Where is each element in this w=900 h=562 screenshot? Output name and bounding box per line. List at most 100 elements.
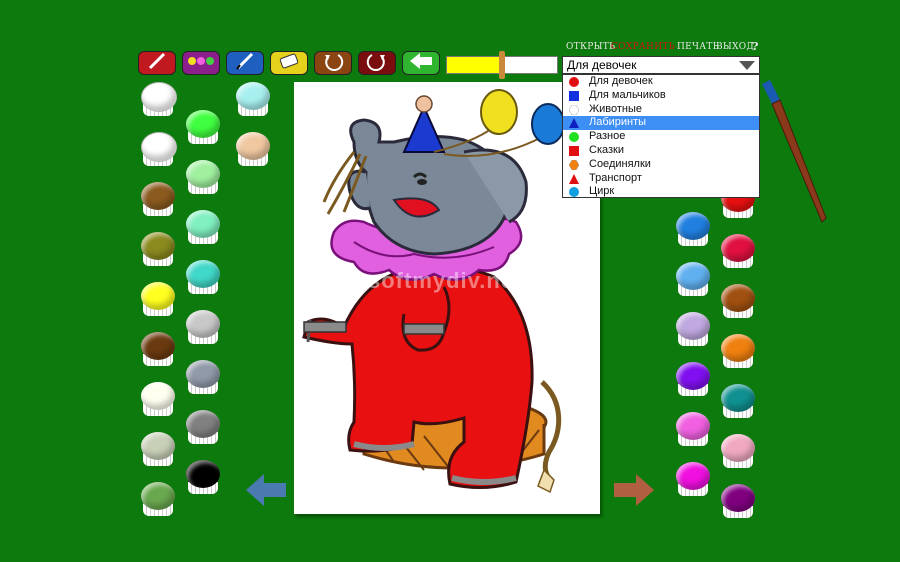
paint-swatch[interactable]: [721, 234, 755, 268]
paint-color: [141, 432, 175, 460]
paint-color: [721, 484, 755, 512]
paint-swatch[interactable]: [186, 160, 220, 194]
paint-swatch[interactable]: [236, 132, 270, 166]
category-option-label: Животные: [589, 102, 643, 115]
paint-color: [676, 212, 710, 240]
paint-color: [676, 362, 710, 390]
back-arrow-icon: [408, 52, 434, 75]
category-selected-value: Для девочек: [567, 58, 637, 72]
paint-swatch[interactable]: [186, 260, 220, 294]
redo-tool-button[interactable]: [358, 51, 396, 75]
chevron-down-icon[interactable]: [739, 61, 755, 70]
brush-icon: [146, 52, 168, 75]
category-option[interactable]: Для девочек: [563, 75, 759, 89]
elephant-drawing[interactable]: [294, 82, 600, 514]
category-option[interactable]: Лабиринты: [563, 116, 759, 131]
paint-swatch[interactable]: [141, 232, 175, 266]
category-option[interactable]: Транспорт: [563, 172, 759, 186]
category-option-label: Сказки: [589, 143, 624, 156]
paint-swatch[interactable]: [676, 212, 710, 246]
category-option-label: Для девочек: [589, 75, 653, 87]
paint-color: [141, 182, 175, 210]
brush-size-fill: [447, 57, 502, 73]
eraser-icon: [277, 53, 301, 74]
paint-swatch[interactable]: [141, 432, 175, 466]
paint-color: [141, 232, 175, 260]
undo-tool-button[interactable]: [314, 51, 352, 75]
category-option[interactable]: Для мальчиков: [563, 89, 759, 103]
open-menu[interactable]: ОТКРЫТЬ: [566, 42, 615, 52]
paint-swatch[interactable]: [236, 82, 270, 116]
exit-menu[interactable]: ВЫХОД: [716, 42, 754, 52]
paint-swatch[interactable]: [676, 462, 710, 496]
paint-swatch[interactable]: [186, 110, 220, 144]
circle-icon: [569, 77, 579, 87]
category-option[interactable]: Сказки: [563, 144, 759, 158]
paint-swatch[interactable]: [141, 382, 175, 416]
paint-color: [676, 312, 710, 340]
paint-swatch[interactable]: [141, 282, 175, 316]
paint-swatch[interactable]: [721, 334, 755, 368]
category-option-label: Соединялки: [589, 157, 651, 170]
category-option[interactable]: Разное: [563, 130, 759, 144]
paint-swatch[interactable]: [676, 412, 710, 446]
next-arrow-icon[interactable]: [612, 472, 656, 508]
circle-icon: [569, 132, 579, 143]
paint-swatch[interactable]: [141, 182, 175, 216]
paint-color: [236, 82, 270, 110]
paint-swatch[interactable]: [186, 410, 220, 444]
pencil-icon: [234, 52, 256, 75]
undo-icon: [322, 51, 344, 76]
paint-swatch[interactable]: [141, 132, 177, 166]
paint-color: [141, 282, 175, 310]
category-option[interactable]: Соединялки: [563, 158, 759, 172]
category-options-list: Для девочек Для мальчиков Животные Лабиринт…: [562, 74, 760, 198]
paint-swatch[interactable]: [141, 332, 175, 366]
save-menu[interactable]: СОХРАНИТЬ: [611, 42, 675, 52]
triangle-icon: [569, 118, 579, 129]
pattern-tool-button[interactable]: [182, 51, 220, 75]
paint-swatch[interactable]: [676, 262, 710, 296]
paint-color: [236, 132, 270, 160]
category-option-label: Цирк: [589, 185, 615, 198]
paint-color: [721, 334, 755, 362]
pencil-tool-button[interactable]: [226, 51, 264, 75]
category-select[interactable]: Для девочек: [562, 56, 760, 74]
brush-size-slider[interactable]: [446, 51, 558, 79]
print-menu[interactable]: ПЕЧАТЬ: [677, 42, 719, 52]
paint-color: [186, 360, 220, 388]
paint-color: [721, 234, 755, 262]
brush-tool-button[interactable]: [138, 51, 176, 75]
category-option[interactable]: Животные: [563, 103, 759, 117]
paint-swatch[interactable]: [186, 360, 220, 394]
paint-color: [721, 284, 755, 312]
previous-arrow-icon[interactable]: [244, 472, 288, 508]
paint-color: [186, 310, 220, 338]
paint-color: [721, 434, 755, 462]
paint-color: [141, 482, 175, 510]
paint-color: [186, 260, 220, 288]
square-icon: [569, 90, 579, 101]
drawing-canvas[interactable]: softmydiv.net: [294, 82, 600, 514]
paint-swatch[interactable]: [186, 310, 220, 344]
paint-swatch[interactable]: [721, 484, 755, 518]
paint-color: [186, 410, 220, 438]
eraser-tool-button[interactable]: [270, 51, 308, 75]
triangle-icon: [569, 173, 579, 184]
paint-swatch[interactable]: [721, 384, 755, 418]
paint-color: [186, 110, 220, 138]
paint-swatch[interactable]: [141, 82, 177, 116]
brush-size-handle[interactable]: [499, 51, 505, 79]
category-option[interactable]: Цирк: [563, 185, 759, 199]
paint-swatch[interactable]: [721, 434, 755, 468]
paint-swatch[interactable]: [186, 210, 220, 244]
dots-icon: [186, 54, 216, 73]
back-tool-button[interactable]: [402, 51, 440, 75]
paint-swatch[interactable]: [141, 482, 175, 516]
paint-swatch[interactable]: [721, 284, 755, 318]
help-button[interactable]: ?: [752, 40, 759, 53]
paint-swatch[interactable]: [186, 460, 220, 494]
paint-swatch[interactable]: [676, 312, 710, 346]
circle-icon: [569, 187, 579, 198]
paint-swatch[interactable]: [676, 362, 710, 396]
